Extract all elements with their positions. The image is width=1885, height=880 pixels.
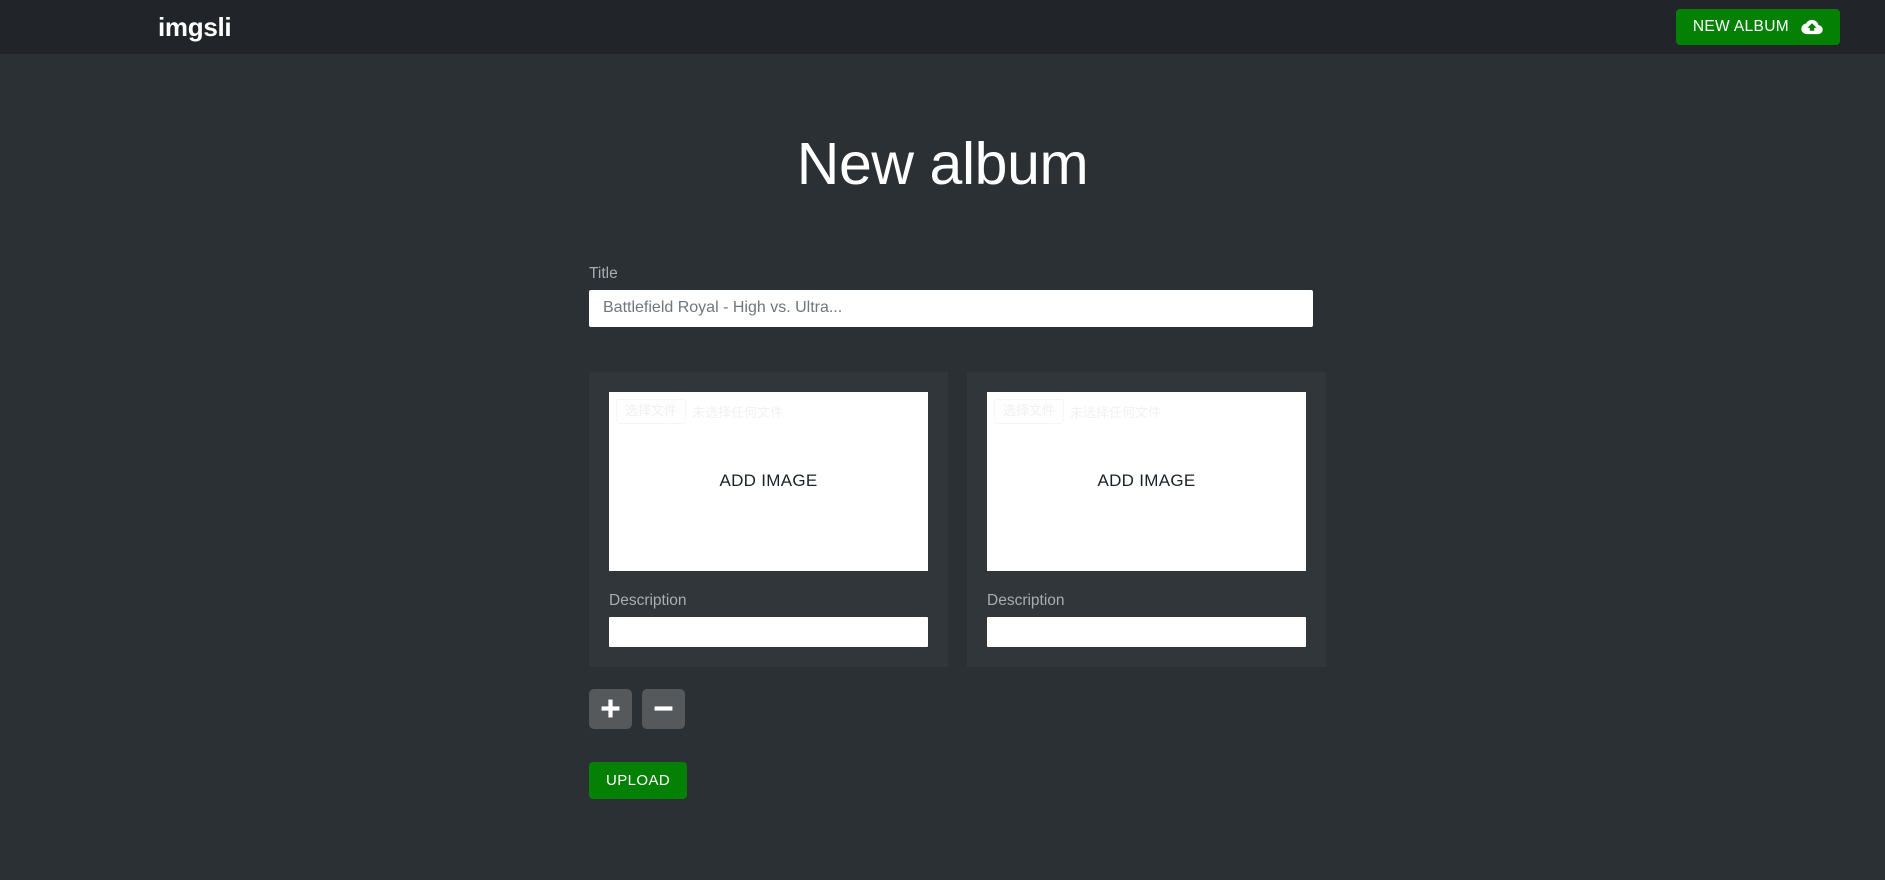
file-status-text: 未选择任何文件 xyxy=(1070,404,1162,420)
title-field-label: Title xyxy=(589,264,618,282)
page-body: New album Title 选择文件 未选择任何文件 ADD IMAGE D… xyxy=(0,54,1885,880)
brand-logo[interactable]: imgsli xyxy=(158,14,232,40)
page-title: New album xyxy=(796,131,1089,197)
add-image-label: ADD IMAGE xyxy=(1097,471,1196,491)
top-navbar: imgsli NEW ALBUM xyxy=(0,0,1885,54)
image-card: 选择文件 未选择任何文件 ADD IMAGE Description xyxy=(967,371,1326,667)
upload-button[interactable]: UPLOAD xyxy=(589,761,688,799)
image-card: 选择文件 未选择任何文件 ADD IMAGE Description xyxy=(589,371,948,667)
description-block: Description xyxy=(987,592,1306,647)
new-album-form: Title 选择文件 未选择任何文件 ADD IMAGE Description xyxy=(589,197,1326,799)
description-input[interactable] xyxy=(609,616,928,647)
add-slide-button[interactable] xyxy=(589,688,632,729)
file-input-native[interactable]: 选择文件 未选择任何文件 xyxy=(994,398,1162,424)
slide-count-controls xyxy=(589,688,1313,729)
cloud-upload-icon xyxy=(1801,19,1823,35)
add-image-dropzone[interactable]: 选择文件 未选择任何文件 ADD IMAGE xyxy=(987,391,1306,571)
remove-slide-button[interactable] xyxy=(642,688,685,729)
image-cards-row: 选择文件 未选择任何文件 ADD IMAGE Description 选择文件 … xyxy=(589,371,1326,667)
description-label: Description xyxy=(987,591,1065,609)
upload-button-label: UPLOAD xyxy=(606,771,671,789)
description-block: Description xyxy=(609,592,928,647)
add-image-label: ADD IMAGE xyxy=(719,471,818,491)
add-image-dropzone[interactable]: 选择文件 未选择任何文件 ADD IMAGE xyxy=(609,391,928,571)
new-album-button-label: NEW ALBUM xyxy=(1692,18,1789,35)
title-input[interactable] xyxy=(589,289,1313,327)
file-status-text: 未选择任何文件 xyxy=(692,404,784,420)
plus-icon xyxy=(600,698,621,719)
description-label: Description xyxy=(609,591,687,609)
file-choose-button[interactable]: 选择文件 xyxy=(994,398,1065,424)
description-input[interactable] xyxy=(987,616,1306,647)
minus-icon xyxy=(653,698,674,719)
file-choose-button[interactable]: 选择文件 xyxy=(616,398,687,424)
file-input-native[interactable]: 选择文件 未选择任何文件 xyxy=(616,398,784,424)
new-album-button[interactable]: NEW ALBUM xyxy=(1675,9,1840,45)
